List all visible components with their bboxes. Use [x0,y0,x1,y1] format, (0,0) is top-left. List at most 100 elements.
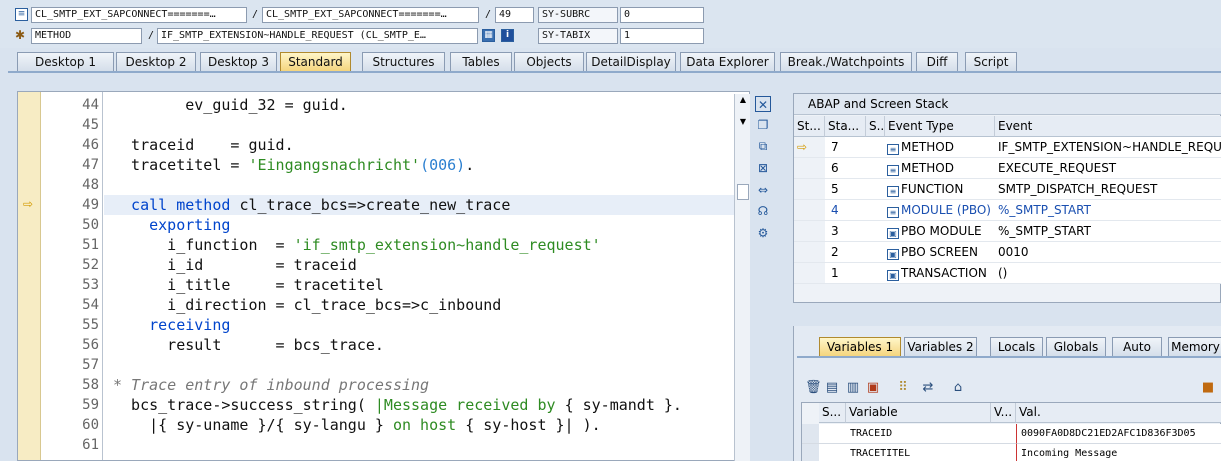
scroll-up-arrow[interactable]: ▲ [737,94,749,106]
new-window-icon[interactable]: ❐ [755,117,771,133]
include-field[interactable]: CL_SMTP_EXT_SAPCONNECT=======… [262,7,479,23]
stack-level-cell[interactable]: 3 [825,221,866,242]
var-value-cell[interactable]: Incoming Message [1016,444,1221,461]
scroll-down-arrow[interactable]: ▼ [737,116,749,128]
stack-event-type-cell[interactable]: ≡ MODULE (PBO) [885,200,995,221]
tab-diff[interactable]: Diff [916,52,958,72]
var-name-cell[interactable]: TRACETITEL [846,444,991,461]
tab-desktop-1[interactable]: Desktop 1 [17,52,114,72]
code-line[interactable]: call method cl_trace_bcs=>create_new_tra… [113,195,510,215]
var-row-selector[interactable] [802,424,819,444]
tab-script[interactable]: Script [965,52,1017,72]
code-line[interactable]: i_function = 'if_smtp_extension~handle_r… [113,235,601,255]
tab-standard[interactable]: Standard [280,52,351,72]
col-status[interactable]: St... [794,116,825,137]
tab-break-watchpoints[interactable]: Break./Watchpoints [780,52,912,72]
var-tab-globals[interactable]: Globals [1046,337,1106,357]
var-tab-locals[interactable]: Locals [990,337,1043,357]
info-icon[interactable]: i [501,29,514,42]
settings-icon[interactable]: ⚙ [755,225,771,241]
code-line[interactable]: i_id = traceid [113,255,357,275]
col-event[interactable]: Event [995,116,1221,137]
stack-level-cell[interactable]: 4 [825,200,866,221]
tab-desktop-2[interactable]: Desktop 2 [116,52,196,72]
event-field[interactable]: IF_SMTP_EXTENSION~HANDLE_REQUEST (CL_SMT… [157,28,478,44]
editor-scrollbar[interactable]: ▲ ▼ [734,94,750,461]
export-icon[interactable]: ▤ [824,380,840,396]
stack-level-cell[interactable]: 1 [825,263,866,284]
code-line[interactable]: ev_guid_32 = guid. [113,95,348,115]
var-value-cell[interactable]: 0090FA0D8DC21ED2AFC1D836F3D05 [1016,424,1221,444]
tab-structures[interactable]: Structures [362,52,445,72]
resize-icon[interactable]: ⇔ [755,182,771,198]
stack-event-type-cell[interactable]: ≡ FUNCTION [885,179,995,200]
folder-icon[interactable]: ⌂ [950,380,966,396]
close-icon[interactable]: ✕ [755,96,771,112]
code-line[interactable]: i_title = tracetitel [113,275,384,295]
tab-detaildisplay[interactable]: DetailDisplay [586,52,676,72]
program-field[interactable]: CL_SMTP_EXT_SAPCONNECT=======… [31,7,247,23]
var-col-s[interactable]: S... [819,403,846,423]
var-name-cell[interactable]: TRACEID [846,424,991,444]
stack-event-type-cell[interactable]: ▣ TRANSACTION [885,263,995,284]
import-icon[interactable]: ▥ [845,380,861,396]
code-line[interactable]: receiving [113,315,230,335]
link-icon[interactable]: ☊ [755,203,771,219]
source-editor[interactable]: ⇨ 44 45 46 47 48 49 50 51 52 53 54 55 56 57 58 59 60 61 e… [17,91,750,461]
event-type-field[interactable]: METHOD [31,28,142,44]
stack-event-type-cell[interactable]: ▣ PBO SCREEN [885,242,995,263]
code-line[interactable]: tracetitel = 'Eingangsnachricht'(006). [113,155,474,175]
stack-event-cell[interactable]: SMTP_DISPATCH_REQUEST [995,179,1221,200]
maximize-icon[interactable]: ⊠ [755,160,771,176]
stack-event-cell[interactable]: EXECUTE_REQUEST [995,158,1221,179]
tab-desktop-3[interactable]: Desktop 3 [200,52,277,72]
stack-event-type-cell[interactable]: ≡ METHOD [885,158,995,179]
var-tab-variables-1[interactable]: Variables 1 [819,337,901,357]
stack-event-cell[interactable]: IF_SMTP_EXTENSION~HANDLE_REQUE… [995,137,1221,158]
line-number-field[interactable]: 49 [495,7,534,23]
sy-tabix-value[interactable]: 1 [620,28,704,44]
code-line[interactable]: |{ sy-uname }/{ sy-langu } on host { sy-… [113,415,601,435]
copy-icon[interactable]: ⧉ [755,138,771,154]
var-row-selector[interactable] [802,444,819,461]
save-icon[interactable]: ■ [1200,380,1216,396]
code-line[interactable]: exporting [113,215,230,235]
stack-status-cell[interactable] [794,221,825,242]
code-line[interactable]: bcs_trace->success_string( |Message rece… [113,395,682,415]
code-line[interactable]: traceid = guid. [113,135,294,155]
tab-data-explorer[interactable]: Data Explorer [680,52,775,72]
var-tab-memory[interactable]: Memory [1168,337,1221,357]
scroll-thumb[interactable] [737,184,749,200]
stack-status-cell[interactable] [794,158,825,179]
stack-status-cell[interactable] [794,200,825,221]
stack-event-cell[interactable]: 0010 [995,242,1221,263]
stack-status-cell[interactable]: ⇨ [794,137,825,158]
var-col-value[interactable]: Val. [1016,403,1221,423]
var-tab-variables-2[interactable]: Variables 2 [904,337,977,357]
stack-event-type-cell[interactable]: ≡ METHOD [885,137,995,158]
code-line[interactable]: i_direction = cl_trace_bcs=>c_inbound [113,295,501,315]
tree-icon[interactable]: ⠿ [895,380,911,396]
delete-icon[interactable]: 🗑 [805,380,822,396]
save-variables-icon[interactable]: ▣ [865,380,881,396]
breakpoint-gutter[interactable]: ⇨ [18,92,41,460]
code-line[interactable]: result = bcs_trace. [113,335,384,355]
stack-event-cell[interactable]: %_SMTP_START [995,221,1221,242]
stack-status-cell[interactable] [794,242,825,263]
var-tab-auto[interactable]: Auto [1112,337,1162,357]
sy-subrc-value[interactable]: 0 [620,7,704,23]
col-event-type[interactable]: Event Type [885,116,995,137]
stack-level-cell[interactable]: 7 [825,137,866,158]
code-line[interactable]: * Trace entry of inbound processing [113,375,429,395]
stack-event-type-cell[interactable]: ▣ PBO MODULE [885,221,995,242]
stack-level-cell[interactable]: 6 [825,158,866,179]
navigate-icon[interactable]: ▦ [482,29,495,42]
col-s[interactable]: S.. [866,116,885,137]
tab-objects[interactable]: Objects [514,52,584,72]
stack-level-cell[interactable]: 5 [825,179,866,200]
var-col-v[interactable]: V... [991,403,1016,423]
stack-event-cell[interactable]: %_SMTP_START [995,200,1221,221]
var-col-variable[interactable]: Variable [846,403,991,423]
col-stack-level[interactable]: Sta... [825,116,866,137]
stack-event-cell[interactable]: () [995,263,1221,284]
